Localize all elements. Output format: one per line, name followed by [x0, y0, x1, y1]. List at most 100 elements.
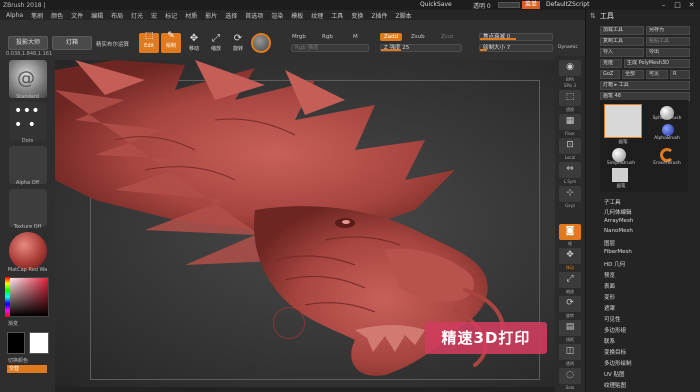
maximize-icon[interactable]: □	[672, 0, 683, 10]
nanomesh-subpanel[interactable]: NanoMesh	[604, 228, 633, 234]
default-script-label[interactable]: DefaultZScript	[546, 1, 589, 8]
polyframe-button[interactable]: ▤	[559, 320, 581, 336]
menu-marker[interactable]: 标记	[165, 11, 177, 20]
focal-shift-slider[interactable]: 焦点衰减 0	[479, 33, 553, 41]
menu-tool[interactable]: 工具	[331, 11, 343, 20]
projection-master-button[interactable]: 投影大师	[8, 36, 48, 50]
menu-material[interactable]: 材质	[185, 11, 197, 20]
material-sphere-icon[interactable]	[251, 33, 271, 53]
menu-edit[interactable]: 编辑	[91, 11, 103, 20]
lsym-button[interactable]: ⇔	[559, 162, 581, 178]
menu-stencil[interactable]: 模板	[291, 11, 303, 20]
menu-brush[interactable]: 笔刷	[31, 11, 43, 20]
zadd-toggle[interactable]: Zadd	[380, 33, 402, 41]
menu-transform[interactable]: 变换	[351, 11, 363, 20]
goz-r-button[interactable]: R	[670, 70, 690, 79]
menu-texture[interactable]: 纹理	[311, 11, 323, 20]
menu-button[interactable]: 菜单	[522, 1, 541, 9]
minimize-icon[interactable]: –	[658, 0, 669, 10]
menu-color[interactable]: 颜色	[51, 11, 63, 20]
texture-thumbnail[interactable]	[9, 189, 47, 227]
eraser-brush-thumbnail[interactable]	[660, 148, 674, 162]
export-button[interactable]: 导出	[646, 48, 690, 57]
canvas-viewport[interactable]: 精速3D打印	[55, 60, 555, 387]
make-polymesh-button[interactable]: 生成 PolyMesh3D	[624, 59, 690, 68]
fibermesh-subpanel[interactable]: FiberMesh	[604, 249, 632, 255]
menu-alpha[interactable]: Alpha	[6, 12, 23, 19]
import-button[interactable]: 导入	[600, 48, 644, 57]
zsub-toggle[interactable]: Zsub	[411, 34, 425, 40]
menu-light[interactable]: 灯光	[131, 11, 143, 20]
floor-button[interactable]: ▦	[559, 114, 581, 130]
menu-picker[interactable]: 选择	[225, 11, 237, 20]
main-color-swatch[interactable]	[29, 332, 49, 354]
layers-subpanel[interactable]: 图层	[604, 239, 615, 247]
menu-file[interactable]: 文件	[71, 11, 83, 20]
preview-subpanel[interactable]: 预览	[604, 271, 615, 279]
draw-button[interactable]: ✎ 绘制	[161, 31, 181, 53]
lightbox-tools-button[interactable]: 灯箱 ▸ 工具	[600, 81, 690, 90]
transparency-slider[interactable]	[498, 2, 520, 8]
quicksave-button[interactable]: QuickSave	[420, 1, 452, 8]
local-button[interactable]: ⊡	[559, 138, 581, 154]
masking-subpanel[interactable]: 遮罩	[604, 304, 615, 312]
rotate-view-button[interactable]: ⟳	[559, 296, 581, 312]
bpr-button[interactable]: ◉	[559, 60, 581, 76]
polygroups-subpanel[interactable]: 多边形组	[604, 326, 626, 334]
load-tool-button[interactable]: 加载工具	[600, 26, 644, 35]
alpha-brush-thumbnail[interactable]	[662, 124, 674, 136]
goz-all-button[interactable]: 全部	[622, 70, 644, 79]
scale-button[interactable]: ⤢ 缩放	[207, 33, 225, 53]
rgb-intensity-slider[interactable]: Rgb 强度	[291, 44, 369, 52]
goz-button[interactable]: GoZ	[600, 70, 620, 79]
simple-brush-thumbnail[interactable]	[612, 148, 626, 162]
move-button[interactable]: ✥ 移动	[185, 33, 203, 53]
visibility-subpanel[interactable]: 可见性	[604, 315, 621, 323]
live-boolean-toggle[interactable]: 精实布尔运算	[96, 40, 129, 48]
menu-render[interactable]: 渲染	[271, 11, 283, 20]
uv-map-subpanel[interactable]: UV 贴图	[604, 370, 625, 378]
rgb-toggle[interactable]: Rgb	[322, 34, 333, 40]
dynamic-toggle[interactable]: Dynamic	[558, 45, 578, 50]
menu-macro[interactable]: 宏	[151, 11, 157, 20]
lightbox-button[interactable]: 灯箱	[52, 36, 92, 50]
morph-target-subpanel[interactable]: 变换目标	[604, 348, 626, 356]
scale-view-button[interactable]: ⤢	[559, 272, 581, 288]
menu-zplugin[interactable]: Z插件	[371, 11, 387, 20]
zcut-toggle[interactable]: Zcut	[441, 34, 453, 40]
surface-subpanel[interactable]: 表面	[604, 282, 615, 290]
gxyz-button[interactable]: ⊹	[559, 186, 581, 202]
alpha-thumbnail[interactable]	[9, 146, 47, 184]
draw-size-slider[interactable]: 绘制大小 7	[479, 44, 553, 52]
hue-strip[interactable]	[5, 277, 10, 317]
clone-button[interactable]: 克隆	[600, 59, 622, 68]
rotate-button[interactable]: ⟳ 旋转	[229, 33, 247, 53]
goz-visible-button[interactable]: 可见	[646, 70, 668, 79]
active-tool-thumbnail[interactable]	[604, 104, 642, 138]
geometry-subpanel[interactable]: 几何体编辑	[604, 208, 632, 216]
menu-zscript[interactable]: Z脚本	[395, 11, 411, 20]
close-icon[interactable]: ✕	[686, 0, 697, 10]
stroke-thumbnail[interactable]: • • • • •	[9, 102, 47, 140]
arraymesh-subpanel[interactable]: ArrayMesh	[604, 218, 633, 224]
perspective-button[interactable]: ⬚	[559, 90, 581, 106]
subtool-subpanel[interactable]: 子工具	[604, 198, 621, 206]
z-intensity-slider[interactable]: Z 强度 25	[380, 44, 462, 52]
material-thumbnail[interactable]	[9, 232, 47, 270]
polypaint-subpanel[interactable]: 多边形绘制	[604, 359, 632, 367]
menu-preferences[interactable]: 首选项	[245, 11, 263, 20]
spix-label[interactable]: SPix 3	[555, 83, 585, 88]
contact-subpanel[interactable]: 联系	[604, 337, 615, 345]
hd-geometry-subpanel[interactable]: HD 几何	[604, 260, 625, 268]
paste-tool-button[interactable]: 粘贴工具	[646, 37, 690, 46]
frame-button[interactable]: ◙	[559, 224, 581, 240]
copy-tool-button[interactable]: 复制工具	[600, 37, 644, 46]
m-toggle[interactable]: M	[353, 34, 358, 40]
secondary-color-swatch[interactable]	[7, 332, 25, 354]
texture-map-subpanel[interactable]: 纹理贴图	[604, 381, 626, 389]
tool-thumbnail-2[interactable]	[612, 168, 628, 182]
alternate-button[interactable]: 交替	[7, 365, 47, 373]
deformation-subpanel[interactable]: 变形	[604, 293, 615, 301]
transp-button[interactable]: ◫	[559, 344, 581, 360]
color-picker[interactable]	[5, 277, 49, 317]
